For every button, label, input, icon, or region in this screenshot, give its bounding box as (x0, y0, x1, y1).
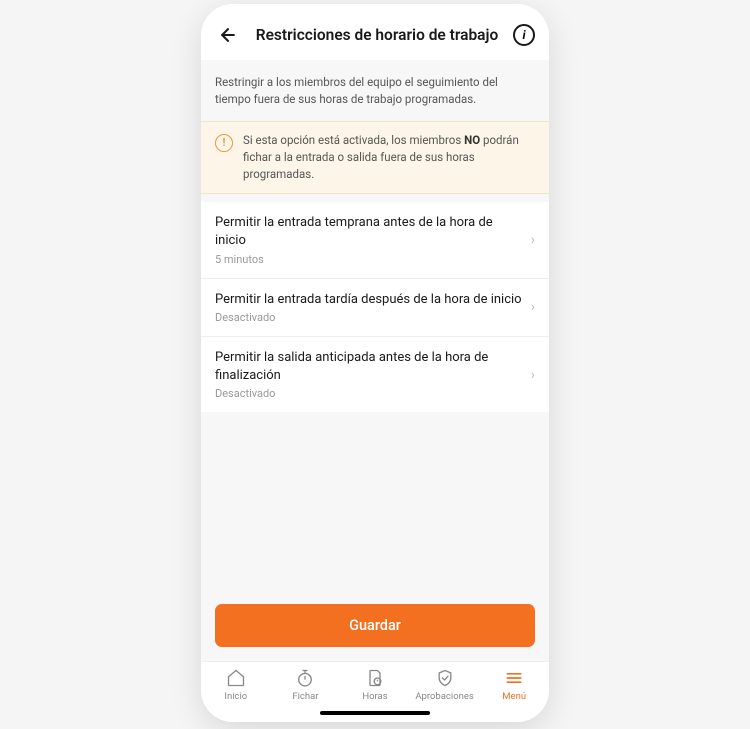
option-title: Permitir la entrada temprana antes de la… (215, 214, 523, 250)
chevron-right-icon: › (531, 232, 535, 248)
info-icon: i (522, 28, 525, 42)
option-early-clock-in[interactable]: Permitir la entrada temprana antes de la… (201, 202, 549, 278)
tab-label: Fichar (292, 691, 318, 702)
option-title: Permitir la entrada tardía después de la… (215, 291, 523, 309)
tab-label: Horas (362, 691, 387, 702)
warning-prefix: Si esta opción está activada, los miembr… (243, 133, 464, 147)
options-list: Permitir la entrada temprana antes de la… (201, 202, 549, 412)
back-button[interactable] (215, 22, 241, 48)
stopwatch-icon (294, 668, 316, 688)
option-subtitle: 5 minutos (215, 253, 523, 266)
tab-label: Aprobaciones (415, 691, 473, 702)
shield-check-icon (434, 668, 456, 688)
tab-bar: Inicio Fichar Horas (201, 661, 549, 704)
chevron-right-icon: › (531, 367, 535, 383)
chevron-right-icon: › (531, 299, 535, 315)
save-button[interactable]: Guardar (215, 604, 535, 647)
header: Restricciones de horario de trabajo i (201, 4, 549, 60)
info-button[interactable]: i (513, 24, 535, 46)
home-icon (225, 668, 247, 688)
home-indicator (201, 704, 549, 722)
warning-text: Si esta opción está activada, los miembr… (243, 132, 535, 184)
warning-banner: ! Si esta opción está activada, los miem… (201, 121, 549, 195)
description-text: Restringir a los miembros del equipo el … (201, 60, 549, 121)
tab-label: Menú (502, 691, 526, 702)
tab-menu[interactable]: Menú (479, 668, 549, 702)
tab-hours[interactable]: Horas (340, 668, 410, 702)
tab-clock[interactable]: Fichar (271, 668, 341, 702)
option-title: Permitir la salida anticipada antes de l… (215, 349, 523, 385)
tab-label: Inicio (224, 691, 247, 702)
warning-bold: NO (464, 133, 480, 147)
document-clock-icon (364, 668, 386, 688)
option-subtitle: Desactivado (215, 311, 523, 324)
option-late-clock-in[interactable]: Permitir la entrada tardía después de la… (201, 279, 549, 337)
page-title: Restricciones de horario de trabajo (256, 26, 499, 44)
arrow-left-icon (218, 25, 238, 45)
option-subtitle: Desactivado (215, 387, 523, 400)
option-early-clock-out[interactable]: Permitir la salida anticipada antes de l… (201, 337, 549, 412)
warning-icon: ! (215, 134, 233, 152)
menu-icon (503, 668, 525, 688)
tab-home[interactable]: Inicio (201, 668, 271, 702)
tab-approvals[interactable]: Aprobaciones (410, 668, 480, 702)
main-content: Restringir a los miembros del equipo el … (201, 60, 549, 661)
